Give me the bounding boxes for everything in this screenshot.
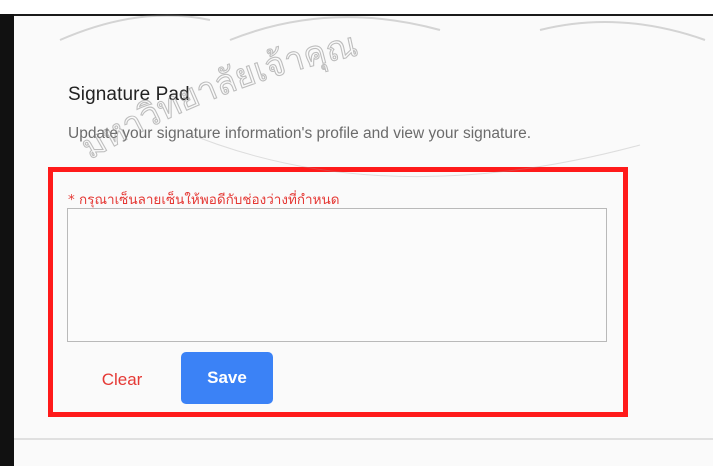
required-note: * กรุณาเซ็นลายเซ็นให้พอดีกับช่องว่างที่ก… — [68, 192, 340, 208]
top-strip — [0, 0, 713, 14]
clear-button[interactable]: Clear — [82, 360, 162, 400]
section-subtitle: Update your signature information's prof… — [68, 125, 532, 142]
card-footer — [14, 440, 713, 466]
signature-pad-canvas[interactable] — [67, 208, 607, 342]
save-button[interactable]: Save — [181, 352, 273, 404]
screenshot-viewport: Signature Pad Update your signature info… — [0, 0, 713, 466]
section-title: Signature Pad — [68, 84, 190, 105]
